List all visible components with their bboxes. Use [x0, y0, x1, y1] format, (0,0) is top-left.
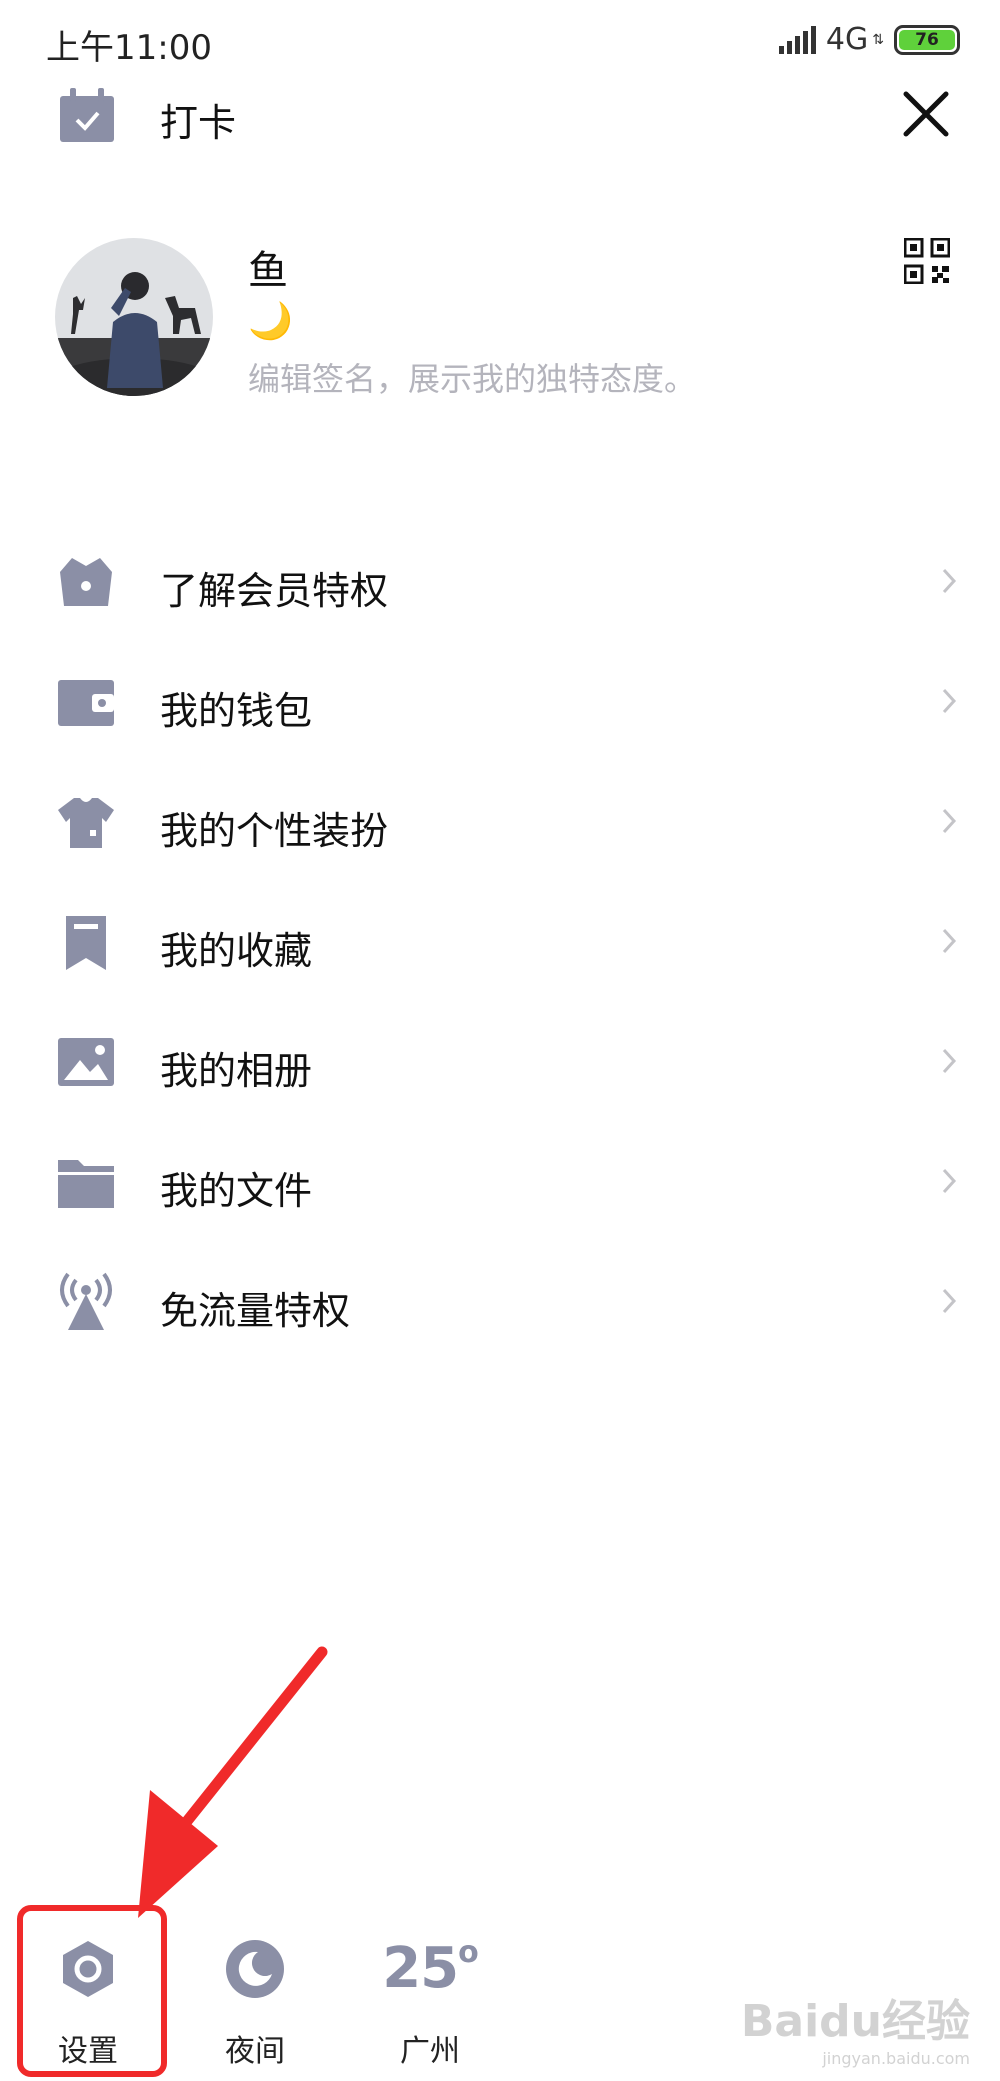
folder-icon	[58, 1160, 114, 1208]
checkin-label[interactable]: 打卡	[160, 92, 236, 147]
menu-item-label: 我的文件	[160, 1169, 313, 1213]
annotation-arrow	[138, 1646, 328, 1918]
menu-list: 了解会员特权 我的钱包 我的个性装扮 我的收藏 我的相册 我的文件 免流量特权	[0, 520, 1000, 1360]
battery-icon: 76	[894, 24, 960, 55]
signal-strength-icon	[778, 25, 816, 54]
bookmark-icon	[66, 916, 106, 970]
weather-temperature: 25o	[382, 1935, 479, 2001]
qr-code-icon[interactable]	[904, 238, 950, 284]
avatar[interactable]	[55, 238, 213, 396]
menu-item-label: 我的钱包	[160, 689, 313, 733]
photo-icon	[58, 1038, 114, 1086]
chevron-right-icon	[942, 808, 957, 834]
night-mode-button[interactable]: 夜间	[185, 1938, 325, 2069]
status-indicators: 4G ⇅ 76	[778, 22, 960, 57]
menu-item-files[interactable]: 我的文件	[0, 1120, 1000, 1240]
status-time: 上午11:00	[46, 28, 212, 68]
menu-item-personalization[interactable]: 我的个性装扮	[0, 760, 1000, 880]
close-icon[interactable]	[900, 88, 952, 140]
wallet-icon	[58, 680, 114, 726]
chevron-right-icon	[942, 1288, 957, 1314]
calendar-check-icon[interactable]	[58, 88, 116, 144]
signature-field[interactable]: 编辑签名，展示我的独特态度。	[248, 354, 696, 400]
menu-item-free-data[interactable]: 免流量特权	[0, 1240, 1000, 1360]
menu-item-favorites[interactable]: 我的收藏	[0, 880, 1000, 1000]
battery-level: 76	[899, 29, 955, 50]
nickname: 鱼	[248, 248, 288, 294]
network-type: 4G	[825, 22, 869, 57]
menu-item-wallet[interactable]: 我的钱包	[0, 640, 1000, 760]
menu-item-album[interactable]: 我的相册	[0, 1000, 1000, 1120]
top-bar: 打卡	[0, 80, 1000, 150]
moon-icon	[226, 1940, 284, 1998]
chevron-right-icon	[942, 1168, 957, 1194]
menu-item-label: 我的相册	[160, 1049, 313, 1093]
weather-button[interactable]: 25o 广州	[360, 1935, 500, 2070]
signal-tower-icon	[60, 1272, 112, 1330]
shirt-icon	[58, 798, 114, 848]
chevron-right-icon	[942, 688, 957, 714]
menu-item-label: 了解会员特权	[160, 569, 389, 613]
status-moon-icon: 🌙	[248, 301, 293, 342]
night-label: 夜间	[225, 2034, 285, 2069]
data-activity-icon: ⇅	[872, 31, 884, 48]
highlight-box	[17, 1905, 167, 2077]
chevron-right-icon	[942, 928, 957, 954]
menu-item-vip-privileges[interactable]: 了解会员特权	[0, 520, 1000, 640]
menu-item-label: 我的个性装扮	[160, 809, 389, 853]
watermark-url: jingyan.baidu.com	[822, 2049, 970, 2068]
crown-icon	[60, 558, 112, 606]
chevron-right-icon	[942, 1048, 957, 1074]
menu-item-label: 我的收藏	[160, 929, 313, 973]
chevron-right-icon	[942, 568, 957, 594]
profile-section[interactable]: 鱼 🌙 编辑签名，展示我的独特态度。	[0, 220, 1000, 420]
weather-city: 广州	[400, 2034, 460, 2069]
status-bar: 上午11:00 4G ⇅ 76	[0, 0, 1000, 90]
watermark: Baidu经验 jingyan.baidu.com	[741, 1985, 970, 2068]
watermark-logo: Baidu经验	[740, 1996, 970, 2047]
menu-item-label: 免流量特权	[160, 1289, 351, 1333]
